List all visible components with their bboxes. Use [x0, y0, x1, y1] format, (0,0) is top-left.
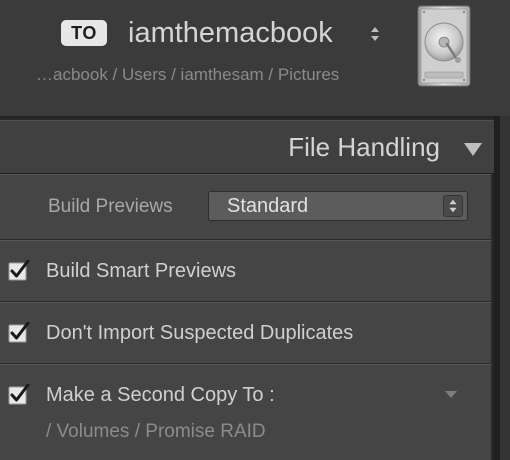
- dont-import-duplicates-label[interactable]: Don't Import Suspected Duplicates: [46, 320, 353, 346]
- scrollbar-track[interactable]: [500, 116, 510, 460]
- build-previews-row: Build Previews Standard: [0, 174, 492, 240]
- build-previews-value: Standard: [227, 195, 309, 217]
- triangle-down-icon[interactable]: [462, 140, 484, 158]
- dont-import-duplicates-row: Don't Import Suspected Duplicates: [0, 302, 492, 364]
- build-smart-previews-label[interactable]: Build Smart Previews: [46, 258, 236, 284]
- file-handling-header[interactable]: File Handling: [0, 120, 494, 174]
- second-copy-path: / Volumes / Promise RAID: [46, 421, 266, 442]
- select-stepper-icon: [443, 195, 463, 217]
- chevron-down-icon[interactable]: [444, 389, 458, 399]
- destination-path: …acbook / Users / iamthesam / Pictures: [36, 65, 340, 84]
- to-badge: TO: [61, 20, 107, 46]
- build-previews-select[interactable]: Standard: [208, 191, 468, 221]
- second-copy-checkbox[interactable]: [8, 384, 30, 406]
- second-copy-row: Make a Second Copy To : / Volumes / Prom…: [0, 364, 492, 460]
- destination-volume-name[interactable]: iamthemacbook: [128, 15, 333, 51]
- section-title: File Handling: [288, 132, 440, 162]
- up-down-stepper-icon[interactable]: [368, 24, 382, 44]
- second-copy-label[interactable]: Make a Second Copy To :: [46, 382, 275, 408]
- build-smart-previews-checkbox[interactable]: [8, 260, 30, 282]
- dont-import-duplicates-checkbox[interactable]: [8, 322, 30, 344]
- hard-drive-icon: [417, 5, 471, 87]
- destination-header: TO iamthemacbook …acbook / Users / iamth…: [0, 0, 510, 117]
- import-panel: TO iamthemacbook …acbook / Users / iamth…: [0, 0, 510, 460]
- build-smart-previews-row: Build Smart Previews: [0, 240, 492, 302]
- build-previews-label: Build Previews: [48, 196, 173, 217]
